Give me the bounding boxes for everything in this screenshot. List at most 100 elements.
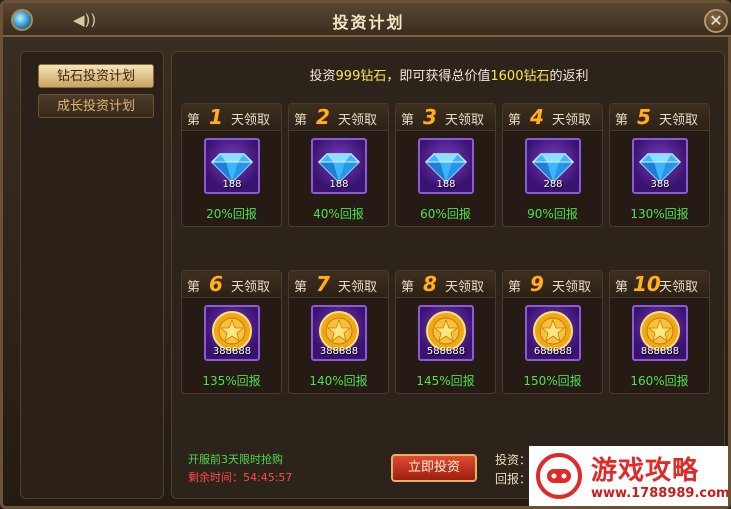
- day-suffix: 天领取: [659, 280, 699, 295]
- card-header: 第 8 天领取: [396, 271, 495, 298]
- reward-card-day-2: 第 2 天领取 188 40%回报: [288, 103, 389, 227]
- reward-item-slot[interactable]: 388888: [311, 305, 367, 361]
- day-suffix: 天领取: [445, 280, 485, 295]
- day-number: 3: [423, 105, 437, 129]
- return-rate: 130%回报: [630, 207, 689, 221]
- reward-amount: 288: [543, 179, 563, 190]
- reward-item-slot[interactable]: 188: [418, 138, 474, 194]
- day-number: 4: [530, 105, 544, 129]
- reward-card-day-5: 第 5 天领取 388 130%回报: [609, 103, 710, 227]
- plan-detail-panel: 投资999钻石，即可获得总价值1600钻石的返利 第 1 天领取 188 20%回报第 2…: [171, 51, 725, 499]
- reward-card-day-3: 第 3 天领取 188 60%回报: [395, 103, 496, 227]
- day-prefix: 第: [294, 113, 308, 128]
- day-number: 8: [423, 272, 437, 296]
- return-rate: 160%回报: [630, 374, 689, 388]
- day-number: 1: [209, 105, 223, 129]
- card-header: 第 9 天领取: [503, 271, 602, 298]
- day-prefix: 第: [401, 113, 415, 128]
- day-suffix: 天领取: [445, 113, 485, 128]
- reward-card-day-10: 第 10 天领取 888888 160%回报: [609, 270, 710, 394]
- day-prefix: 第: [294, 280, 308, 295]
- day-prefix: 第: [615, 280, 629, 295]
- reward-item-slot[interactable]: 188: [204, 138, 260, 194]
- day-suffix: 天领取: [552, 113, 592, 128]
- return-rate: 60%回报: [420, 207, 471, 221]
- card-header: 第 2 天领取: [289, 104, 388, 131]
- reward-item-slot[interactable]: 588888: [418, 305, 474, 361]
- return-rate: 150%回报: [523, 374, 582, 388]
- card-header: 第 4 天领取: [503, 104, 602, 131]
- day-suffix: 天领取: [338, 113, 378, 128]
- reward-item-slot[interactable]: 888888: [632, 305, 688, 361]
- day-prefix: 第: [508, 280, 522, 295]
- reward-item-slot[interactable]: 688888: [525, 305, 581, 361]
- return-label: 回报：: [495, 472, 532, 486]
- watermark-banner: 游戏攻略 www.1788989.com: [529, 446, 730, 506]
- title-bar: ◀)) 投资计划 ✕: [3, 3, 731, 37]
- close-icon[interactable]: ✕: [704, 9, 728, 33]
- reward-card-day-6: 第 6 天领取 388888 135%回报: [181, 270, 282, 394]
- headline-mid: ，即可获得总价值: [386, 69, 491, 84]
- day-suffix: 天领取: [552, 280, 592, 295]
- reward-amount: 188: [329, 179, 349, 190]
- card-header: 第 7 天领取: [289, 271, 388, 298]
- reward-card-day-9: 第 9 天领取 688888 150%回报: [502, 270, 603, 394]
- day-number: 5: [637, 105, 651, 129]
- day-number: 9: [530, 272, 544, 296]
- watermark-url: www.1788989.com: [591, 486, 730, 501]
- tab-growth-plan[interactable]: 成长投资计划: [38, 94, 154, 118]
- reward-card-day-7: 第 7 天领取 388888 140%回报: [288, 270, 389, 394]
- day-prefix: 第: [187, 280, 201, 295]
- day-number: 6: [209, 272, 223, 296]
- reward-amount: 388888: [319, 346, 359, 357]
- tab-diamond-plan[interactable]: 钻石投资计划: [38, 64, 154, 88]
- card-header: 第 3 天领取: [396, 104, 495, 131]
- reward-amount: 588888: [426, 346, 466, 357]
- day-suffix: 天领取: [338, 280, 378, 295]
- watermark-logo-icon: [536, 453, 582, 499]
- reward-amount: 688888: [533, 346, 573, 357]
- headline-amount: 999钻石: [335, 69, 387, 84]
- reward-item-slot[interactable]: 288: [525, 138, 581, 194]
- return-rate: 135%回报: [202, 374, 261, 388]
- return-rate: 145%回报: [416, 374, 475, 388]
- investment-window: ◀)) 投资计划 ✕ 钻石投资计划 成长投资计划 投资999钻石，即可获得总价值…: [0, 0, 731, 509]
- invest-now-button[interactable]: 立即投资: [391, 454, 477, 482]
- reward-card-day-8: 第 8 天领取 588888 145%回报: [395, 270, 496, 394]
- reward-item-slot[interactable]: 388: [632, 138, 688, 194]
- day-suffix: 天领取: [231, 280, 271, 295]
- reward-amount: 888888: [640, 346, 680, 357]
- return-rate: 140%回报: [309, 374, 368, 388]
- return-rate: 40%回报: [313, 207, 364, 221]
- return-rate: 90%回报: [527, 207, 578, 221]
- reward-card-day-1: 第 1 天领取 188 20%回报: [181, 103, 282, 227]
- headline-total: 1600钻石: [490, 69, 550, 84]
- day-prefix: 第: [508, 113, 522, 128]
- reward-card-day-4: 第 4 天领取 288 90%回报: [502, 103, 603, 227]
- reward-amount: 388888: [212, 346, 252, 357]
- plan-headline: 投资999钻石，即可获得总价值1600钻石的返利: [172, 65, 726, 84]
- reward-item-slot[interactable]: 388888: [204, 305, 260, 361]
- day-number: 10: [633, 272, 661, 296]
- card-header: 第 5 天领取: [610, 104, 709, 131]
- watermark-text: 游戏攻略: [591, 456, 700, 486]
- reward-amount: 188: [222, 179, 242, 190]
- reward-amount: 188: [436, 179, 456, 190]
- promo-text: 开服前3天限时抢购: [188, 453, 283, 466]
- window-title: 投资计划: [332, 13, 405, 32]
- day-suffix: 天领取: [231, 113, 271, 128]
- day-number: 7: [316, 272, 330, 296]
- day-suffix: 天领取: [659, 113, 699, 128]
- plan-tabs-panel: 钻石投资计划 成长投资计划: [20, 51, 164, 499]
- card-header: 第 10 天领取: [610, 271, 709, 298]
- invest-label: 投资：: [495, 453, 532, 467]
- day-number: 2: [316, 105, 330, 129]
- headline-post: 的返利: [549, 69, 589, 84]
- headline-pre: 投资: [309, 69, 336, 84]
- card-header: 第 6 天领取: [182, 271, 281, 298]
- day-prefix: 第: [401, 280, 415, 295]
- day-prefix: 第: [187, 113, 201, 128]
- countdown-timer: 剩余时间：54:45:57: [188, 471, 293, 484]
- day-prefix: 第: [615, 113, 629, 128]
- reward-item-slot[interactable]: 188: [311, 138, 367, 194]
